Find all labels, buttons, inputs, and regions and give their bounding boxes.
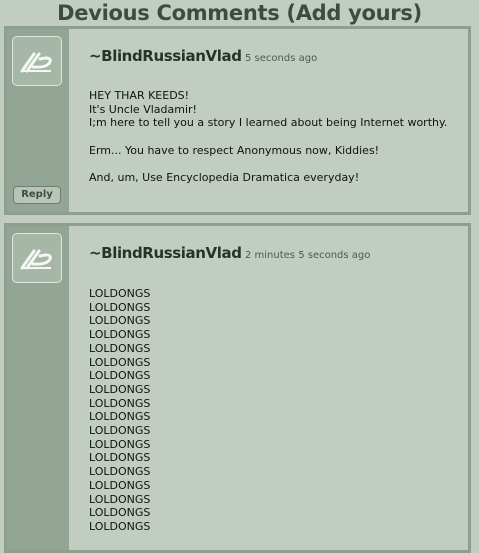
comment-line: LOLDONGS (89, 396, 151, 410)
comment-paragraph: Erm... You have to respect Anonymous now… (89, 143, 380, 157)
comment-timestamp[interactable]: 5 seconds ago (245, 53, 317, 64)
deviantart-logo-icon (20, 249, 52, 270)
comment-line: LOLDONGS (89, 369, 151, 383)
comment-line: LOLDONGS (89, 437, 151, 451)
comment-paragraph: And, um, Use Encyclopedia Dramatica ever… (89, 171, 360, 185)
comment-line: LOLDONGS (89, 410, 151, 424)
avatar[interactable] (12, 36, 62, 86)
comment-line: LOLDONGS (89, 506, 151, 520)
comments-header: Devious Comments (Add yours) (57, 1, 422, 25)
comment-sidebar: Reply (7, 29, 69, 212)
deviantart-logo-icon (20, 52, 52, 73)
comment-line: LOLDONGS (89, 382, 151, 396)
comment-body: HEY THAR KEEDS! It's Uncle Vladamir! I;m… (89, 89, 460, 185)
comment-author-link[interactable]: ~BlindRussianVlad (89, 244, 242, 262)
comment-card: ~BlindRussianVlad 2 minutes 5 seconds ag… (4, 223, 471, 553)
comment-line: LOLDONGS (89, 328, 151, 342)
comment-paragraph: HEY THAR KEEDS! It's Uncle Vladamir! I;m… (89, 89, 448, 130)
comment-line: LOLDONGS (89, 287, 151, 300)
comment-card: Reply ~BlindRussianVlad 5 seconds ago HE… (4, 26, 471, 215)
comment-line: LOLDONGS (89, 341, 151, 355)
comment-author-link[interactable]: ~BlindRussianVlad (89, 47, 242, 65)
comment-line: LOLDONGS (89, 478, 151, 492)
comment-body: LOLDONGS LOLDONGS LOLDONGS LOLDONGS LOLD… (89, 287, 460, 534)
comment-line: LOLDONGS (89, 465, 151, 479)
comment-sidebar (7, 226, 69, 550)
avatar[interactable] (12, 233, 62, 283)
comment-line: LOLDONGS (89, 314, 151, 328)
comment-line: LOLDONGS (89, 492, 151, 506)
comment-timestamp[interactable]: 2 minutes 5 seconds ago (245, 250, 370, 261)
comment-line: LOLDONGS (89, 424, 151, 438)
comment-line: LOLDONGS (89, 300, 151, 314)
comment-line: LOLDONGS (89, 451, 151, 465)
comment-line: LOLDONGS (89, 355, 151, 369)
reply-button[interactable]: Reply (13, 186, 61, 204)
comment-line: LOLDONGS (89, 519, 151, 533)
